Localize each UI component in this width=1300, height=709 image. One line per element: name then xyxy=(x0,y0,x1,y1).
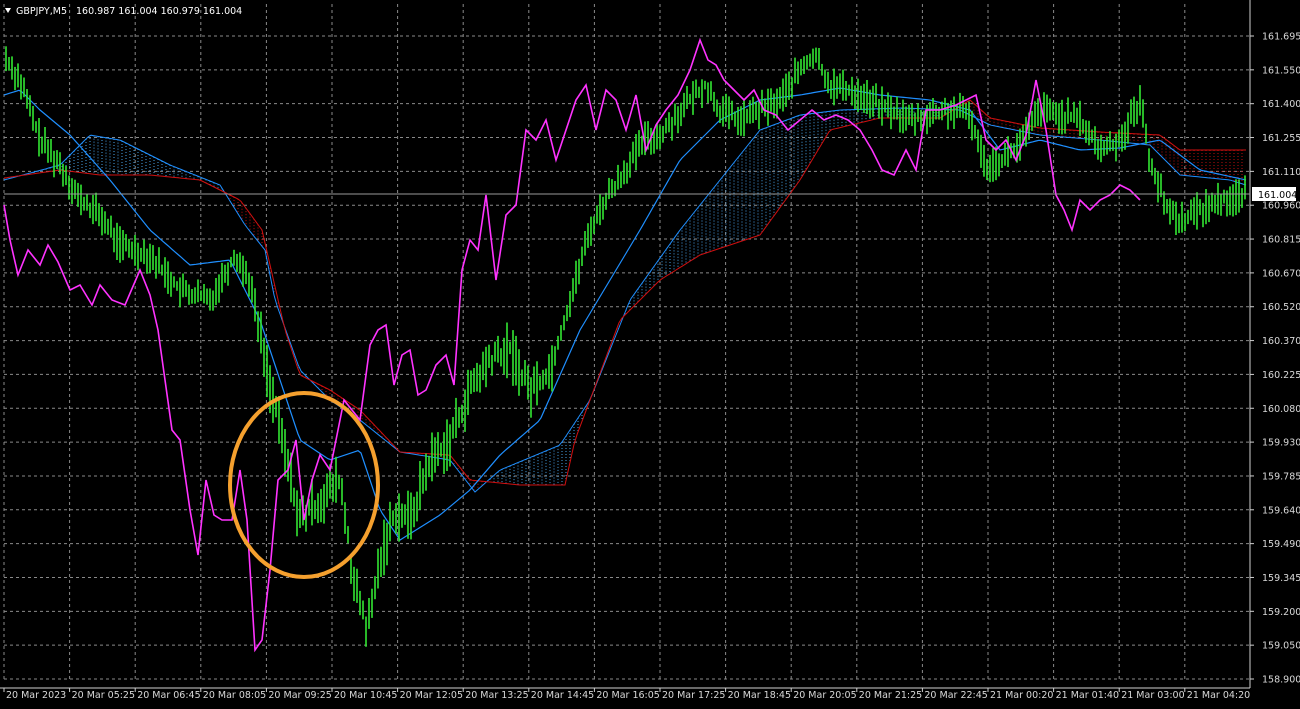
chikou-line xyxy=(3,37,1141,653)
time-tick-label: 20 Mar 21:25 xyxy=(859,690,922,701)
time-tick-label: 21 Mar 03:00 xyxy=(1121,690,1184,701)
price-tick-label: 160.080 xyxy=(1262,404,1300,415)
time-tick-label: 20 Mar 17:25 xyxy=(662,690,725,701)
price-axis: 161.695 161.550 161.400 161.255 161.110 160.9… xyxy=(1250,32,1300,686)
ohlc-quotes: 160.987 161.004 160.979 161.004 xyxy=(76,6,242,17)
time-tick-label: 20 Mar 10:45 xyxy=(334,690,397,701)
time-tick-label: 20 Mar 20:05 xyxy=(793,690,856,701)
price-tick-label: 160.960 xyxy=(1262,201,1300,212)
price-tick-label: 161.550 xyxy=(1262,65,1300,76)
price-tick-label: 160.670 xyxy=(1262,268,1300,279)
price-tick-label: 160.520 xyxy=(1262,302,1300,313)
chikou-line-layer xyxy=(3,37,1141,653)
time-tick-label: 20 Mar 12:05 xyxy=(400,690,463,701)
price-tick-label: 161.400 xyxy=(1262,99,1300,110)
chart-window[interactable]: 161.695 161.550 161.400 161.255 161.110 160.9… xyxy=(0,0,1300,705)
annotation-circle xyxy=(228,391,380,579)
price-tick-label: 158.900 xyxy=(1262,675,1300,686)
symbol-label: GBPJPY,M5 xyxy=(16,6,67,17)
time-tick-label: 20 Mar 06:45 xyxy=(137,690,200,701)
time-tick-label: 20 Mar 18:45 xyxy=(728,690,791,701)
time-tick-label: 20 Mar 09:25 xyxy=(268,690,331,701)
kijun-line xyxy=(3,87,1247,541)
price-tick-label: 159.930 xyxy=(1262,438,1300,449)
time-tick-label: 21 Mar 00:20 xyxy=(990,690,1053,701)
time-tick-label: 20 Mar 2023 xyxy=(6,690,66,701)
senkou-span-b xyxy=(3,99,1246,486)
price-tick-label: 160.815 xyxy=(1262,235,1300,246)
price-chart[interactable]: 161.695 161.550 161.400 161.255 161.110 160.9… xyxy=(0,0,1300,705)
time-tick-label: 20 Mar 22:45 xyxy=(924,690,987,701)
kijun-line-layer xyxy=(3,87,1247,541)
time-tick-label: 20 Mar 05:25 xyxy=(72,690,135,701)
price-marker: 161.004 xyxy=(1252,187,1297,201)
time-tick-label: 21 Mar 04:20 xyxy=(1187,690,1250,701)
senkou-span-a xyxy=(3,107,1247,493)
price-tick-label: 160.225 xyxy=(1262,370,1300,381)
price-tick-label: 161.695 xyxy=(1262,32,1300,43)
ichimoku-cloud xyxy=(3,99,1247,493)
price-tick-label: 159.640 xyxy=(1262,505,1300,516)
time-tick-label: 20 Mar 14:45 xyxy=(531,690,594,701)
current-price-label: 161.004 xyxy=(1258,190,1297,201)
time-tick-label: 20 Mar 13:25 xyxy=(465,690,528,701)
price-tick-label: 159.345 xyxy=(1262,573,1300,584)
price-tick-label: 161.110 xyxy=(1262,167,1300,178)
price-tick-label: 159.785 xyxy=(1262,471,1300,482)
price-tick-label: 161.255 xyxy=(1262,133,1300,144)
price-tick-label: 160.370 xyxy=(1262,336,1300,347)
time-tick-label: 20 Mar 08:05 xyxy=(203,690,266,701)
price-tick-label: 159.050 xyxy=(1262,641,1300,652)
time-tick-label: 21 Mar 01:40 xyxy=(1056,690,1119,701)
symbol-header: GBPJPY,M5 160.987 161.004 160.979 161.00… xyxy=(5,6,242,17)
price-tick-label: 159.490 xyxy=(1262,539,1300,550)
price-tick-label: 159.200 xyxy=(1262,607,1300,618)
time-tick-label: 20 Mar 16:05 xyxy=(596,690,659,701)
time-axis: 20 Mar 2023 20 Mar 05:25 20 Mar 06:45 20 Ma… xyxy=(3,688,1250,701)
triangle-down-icon[interactable] xyxy=(5,8,11,13)
